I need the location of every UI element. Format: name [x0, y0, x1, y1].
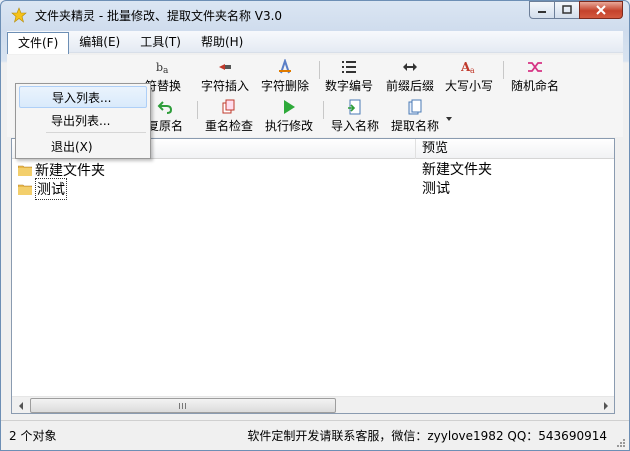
svg-text:a: a	[163, 66, 169, 75]
run-icon	[279, 97, 299, 117]
delete-char-icon	[275, 57, 295, 77]
random-icon	[525, 57, 545, 77]
tool-run[interactable]: 执行修改	[265, 97, 313, 134]
menu-help[interactable]: 帮助(H)	[191, 32, 253, 52]
toolbar-separator	[319, 61, 320, 79]
close-button[interactable]	[579, 1, 623, 19]
folder-icon	[17, 164, 33, 177]
table-row[interactable]: 新建文件夹 新建文件夹	[12, 161, 614, 179]
toolbar-separator	[503, 61, 504, 79]
file-menu-dropdown: 导入列表... 导出列表... 退出(X)	[15, 83, 151, 159]
title-bar[interactable]: 文件夹精灵 - 批量修改、提取文件夹名称 V3.0	[1, 1, 629, 29]
menu-item-import-list[interactable]: 导入列表...	[19, 86, 147, 108]
row-preview: 新建文件夹	[422, 162, 492, 178]
tool-random[interactable]: 随机命名	[511, 57, 559, 94]
tool-delete-char[interactable]: 字符删除	[261, 57, 309, 94]
undo-icon	[155, 97, 175, 117]
app-window: 文件夹精灵 - 批量修改、提取文件夹名称 V3.0 文件(F) 编辑(E) 工具…	[0, 0, 630, 451]
menu-bar: 文件(F) 编辑(E) 工具(T) 帮助(H)	[7, 31, 623, 54]
minimize-button[interactable]	[529, 1, 555, 19]
toolbar-separator	[323, 101, 324, 119]
maximize-icon	[562, 5, 572, 14]
extract-dropdown-arrow[interactable]	[445, 111, 453, 125]
column-header-preview[interactable]: 预览	[416, 139, 614, 159]
scroll-left-button[interactable]	[12, 397, 29, 414]
svg-text:a: a	[470, 66, 475, 75]
case-icon: Aa	[459, 57, 479, 77]
tool-prefix-suffix[interactable]: 前缀后缀	[386, 57, 434, 94]
status-object-count: 2 个对象	[9, 429, 57, 443]
tool-duplicate-check[interactable]: 重名检查	[205, 97, 253, 134]
tool-import-names[interactable]: 导入名称	[331, 97, 379, 134]
import-names-icon	[345, 97, 365, 117]
numbering-icon	[339, 57, 359, 77]
tool-numbering[interactable]: 数字编号	[325, 57, 373, 94]
menu-tools[interactable]: 工具(T)	[130, 32, 191, 52]
duplicate-check-icon	[219, 97, 239, 117]
scroll-thumb[interactable]	[30, 398, 336, 413]
menu-item-export-list[interactable]: 导出列表...	[19, 110, 147, 132]
menu-file[interactable]: 文件(F)	[7, 31, 70, 54]
svg-text:b: b	[156, 61, 163, 74]
close-icon	[596, 5, 606, 15]
insert-icon	[215, 57, 235, 77]
window-title: 文件夹精灵 - 批量修改、提取文件夹名称 V3.0	[35, 8, 283, 23]
resize-grip-icon[interactable]	[615, 436, 625, 447]
extract-names-icon	[405, 97, 425, 117]
tool-extract-names[interactable]: 提取名称	[391, 97, 439, 134]
folder-list[interactable]: 名称 预览 新建文件夹 新建文件夹 测试 测试	[11, 138, 615, 414]
replace-icon: ba	[153, 57, 173, 77]
status-bar: 2 个对象 软件定制开发请联系客服，微信：zyylove1982 QQ：5436…	[1, 420, 629, 450]
menu-edit[interactable]: 编辑(E)	[69, 32, 130, 52]
star-icon	[9, 5, 29, 25]
prefix-suffix-icon	[400, 57, 420, 77]
status-contact: 软件定制开发请联系客服，微信：zyylove1982 QQ：543690914	[247, 429, 607, 443]
minimize-icon	[538, 11, 546, 13]
grip-icon	[179, 402, 186, 409]
scroll-right-button[interactable]	[597, 397, 614, 414]
chevron-right-icon	[603, 401, 608, 410]
chevron-left-icon	[18, 401, 23, 410]
tool-case[interactable]: Aa 大写小写	[445, 57, 493, 94]
row-name: 测试	[35, 178, 67, 200]
table-row[interactable]: 测试 测试	[12, 178, 614, 200]
maximize-button[interactable]	[554, 1, 580, 19]
tool-undo[interactable]: 复原名	[147, 97, 183, 134]
row-name: 新建文件夹	[35, 163, 105, 179]
menu-item-exit[interactable]: 退出(X)	[19, 136, 147, 158]
chevron-down-icon	[446, 117, 452, 121]
tool-insert[interactable]: 字符插入	[201, 57, 249, 94]
menu-separator	[46, 132, 146, 133]
toolbar-separator	[197, 101, 198, 119]
folder-icon	[17, 183, 33, 196]
row-preview: 测试	[422, 181, 450, 197]
horizontal-scrollbar[interactable]	[12, 396, 614, 413]
